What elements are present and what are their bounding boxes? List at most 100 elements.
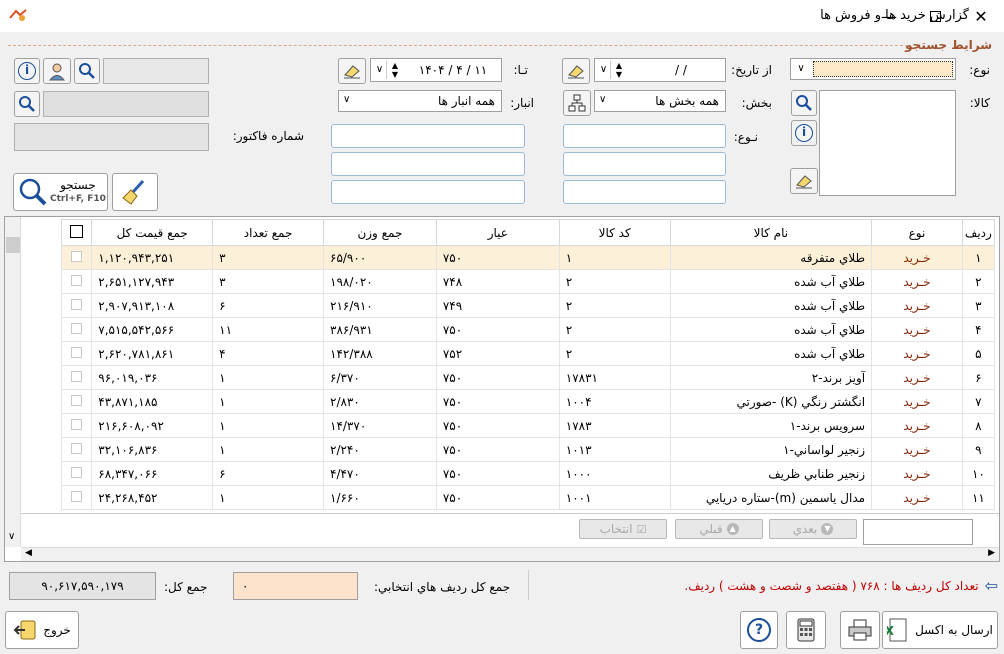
column-header[interactable]: جمع وزن (323, 219, 437, 246)
cell-select[interactable] (60, 413, 93, 438)
column-header[interactable]: کد کالا (558, 219, 671, 246)
invoice-field-1[interactable] (331, 124, 525, 148)
cell-select[interactable] (60, 293, 93, 318)
row-checkbox[interactable] (71, 394, 83, 406)
table-row[interactable]: ۷ خـريد انگشتر رنگي (K) -صورتي ۱۰۰۴ ۷۵۰ ۲/۸۳۰… (60, 389, 996, 414)
info-button[interactable]: i (14, 58, 40, 84)
row-checkbox[interactable] (71, 370, 83, 382)
from-date-input[interactable]: ∨ ▲ ▼ / / (594, 58, 726, 82)
goods-search-button[interactable] (791, 90, 817, 116)
column-header[interactable]: جمع تعداد (212, 219, 324, 246)
customer-name-field[interactable] (43, 91, 209, 117)
cell-select[interactable] (60, 245, 93, 270)
customer-search-button[interactable] (74, 58, 100, 84)
export-excel-button[interactable]: ارسال به اکسل X (882, 611, 998, 649)
spin-icon[interactable]: ▲ ▼ (389, 61, 401, 79)
customer-code-field[interactable] (103, 58, 209, 84)
vertical-scrollbar[interactable] (5, 217, 21, 547)
cell-select[interactable] (60, 365, 93, 390)
customer-name-search-button[interactable] (14, 91, 40, 117)
table-row[interactable]: ۳ خـريد طلاي آب شده ۲ ۷۴۹ ۲۱۶/۹۱۰ ۶ ۲,۹۰۷,۹۱۳,۱… (60, 293, 996, 318)
exit-button[interactable]: خروج (5, 611, 79, 649)
cell-select[interactable] (60, 317, 93, 342)
scroll-down-icon[interactable]: ∨ (8, 531, 15, 542)
table-row[interactable]: ۱۱ خـريد مدال ياسمين (m)-ستاره دريايي ۱۰۰۱ ۷… (60, 485, 996, 510)
row-checkbox[interactable] (71, 466, 83, 478)
row-checkbox[interactable] (71, 346, 83, 358)
help-button[interactable]: ? (740, 611, 778, 649)
select-all-checkbox[interactable] (70, 224, 84, 238)
goods-list[interactable] (819, 90, 956, 196)
to-date-input[interactable]: ∨ ▲ ▼ ۱۱ / ۴ / ۱۴۰۴ (370, 58, 502, 82)
row-checkbox[interactable] (71, 274, 83, 286)
goods-info-button[interactable]: i (791, 120, 817, 146)
calculator-button[interactable] (786, 611, 826, 649)
cell-type: خـريد (871, 461, 963, 486)
next-button[interactable]: بعدي ▼ (769, 519, 857, 539)
table-row[interactable]: ۱۰ خـريد زنجير طنابي ظريف ۱۰۰۰ ۷۵۰ ۴/۴۷۰ ۶ ۶۸,۳… (60, 461, 996, 486)
column-header[interactable]: جمع قيمت کل (91, 219, 214, 246)
column-header[interactable]: رديف (961, 219, 996, 246)
row-checkbox[interactable] (71, 490, 83, 502)
kind-field-2[interactable] (563, 152, 726, 176)
spin-icon[interactable]: ▲ ▼ (613, 61, 625, 79)
row-checkbox[interactable] (71, 442, 83, 454)
print-button[interactable] (840, 611, 880, 649)
clear-all-button[interactable] (112, 173, 158, 211)
table-row[interactable]: ۸ خـريد سرويس برند-۱ ۱۷۸۳ ۷۵۰ ۱۴/۳۷۰ ۱ ۲۱۶,۶۰۸,… (60, 413, 996, 438)
invoice-field-2[interactable] (331, 152, 525, 176)
close-icon: ✕ (974, 6, 988, 26)
select-all-checkbox-header[interactable] (60, 219, 93, 246)
chevron-down-icon[interactable]: ∨ (597, 61, 611, 79)
goto-row-input[interactable] (863, 519, 973, 545)
section-combo[interactable]: همه بخش ها ∨ (594, 90, 726, 112)
cell-select[interactable] (60, 341, 93, 366)
table-row[interactable]: ۹ خـريد زنجير لواساني-۱ ۱۰۱۳ ۷۵۰ ۲/۲۴۰ ۱ ۳۲,۱۰۶… (60, 437, 996, 462)
exit-label: خروج (43, 623, 71, 637)
cell-select[interactable] (60, 461, 93, 486)
row-checkbox[interactable] (71, 418, 83, 430)
table-row[interactable]: ۴ خـريد طلاي آب شده ۲ ۷۵۰ ۳۸۶/۹۳۱ ۱۱ ۷,۵۱۵,۵۴۲,… (60, 317, 996, 342)
horizontal-scrollbar[interactable]: ◀ ▶ (21, 547, 999, 561)
warehouse-combo[interactable]: همه انبار ها ∨ (338, 90, 502, 112)
kind-field-1[interactable] (563, 124, 726, 148)
table-row[interactable]: ۱ خـريد طلاي متفرقه ۱ ۷۵۰ ۶۵/۹۰۰ ۳ ۱,۱۲۰,۹۴۳,۲۵… (60, 245, 996, 270)
search-button[interactable]: جستجو Ctrl+F, F10 (13, 173, 108, 211)
row-checkbox[interactable] (71, 250, 83, 262)
scroll-left-icon[interactable]: ◀ (25, 548, 32, 558)
row-checkbox[interactable] (71, 298, 83, 310)
table-row[interactable]: ۵ خـريد طلاي آب شده ۲ ۷۵۲ ۱۴۲/۳۸۸ ۴ ۲,۶۲۰,۷۸۱,۸… (60, 341, 996, 366)
select-button[interactable]: انتخاب ☑ (579, 519, 667, 539)
cell-select[interactable] (60, 389, 93, 414)
column-header[interactable]: نوع (871, 219, 963, 246)
extra-info-field[interactable] (14, 123, 209, 151)
selected-sum-value: ۰ (233, 572, 358, 600)
section-tree-button[interactable] (563, 90, 591, 116)
cell-total: ۲,۶۵۱,۱۲۷,۹۴۳ (91, 269, 214, 294)
cell-weight: ۶۵/۹۰۰ (323, 245, 437, 270)
cell-select[interactable] (60, 437, 93, 462)
invoice-field-3[interactable] (331, 180, 525, 204)
kind-field-3[interactable] (563, 180, 726, 204)
type-combo[interactable]: ∨ (790, 58, 956, 80)
customer-button[interactable] (43, 58, 71, 84)
row-checkbox[interactable] (71, 322, 83, 334)
column-header[interactable]: عيار (435, 219, 560, 246)
results-grid[interactable]: ∨ رديف نوع نام کالا کد کالا عيار جمع وزن جمع ت… (4, 216, 1000, 562)
goods-label: کالا: (969, 96, 990, 110)
clear-goods-button[interactable] (790, 168, 818, 194)
cell-select[interactable] (60, 269, 93, 294)
scrollbar-thumb[interactable] (6, 237, 20, 253)
scroll-right-icon[interactable]: ▶ (988, 548, 995, 558)
table-row[interactable]: ۲ خـريد طلاي آب شده ۲ ۷۴۸ ۱۹۸/۰۲۰ ۳ ۲,۶۵۱,۱۲۷,۹… (60, 269, 996, 294)
close-button[interactable]: ✕ (958, 0, 1004, 32)
clear-from-date-button[interactable] (562, 58, 590, 84)
column-header[interactable]: نام کالا (669, 219, 873, 246)
minimize-button[interactable]: — (866, 0, 912, 32)
clear-to-date-button[interactable] (338, 58, 366, 84)
maximize-button[interactable] (912, 0, 958, 32)
previous-button[interactable]: قبلي ▲ (675, 519, 763, 539)
cell-select[interactable] (60, 485, 93, 510)
table-row[interactable]: ۶ خـريد آويز برند-۲ ۱۷۸۳۱ ۷۵۰ ۶/۳۷۰ ۱ ۹۶,۰۱۹,۰۳… (60, 365, 996, 390)
chevron-down-icon[interactable]: ∨ (373, 61, 387, 79)
